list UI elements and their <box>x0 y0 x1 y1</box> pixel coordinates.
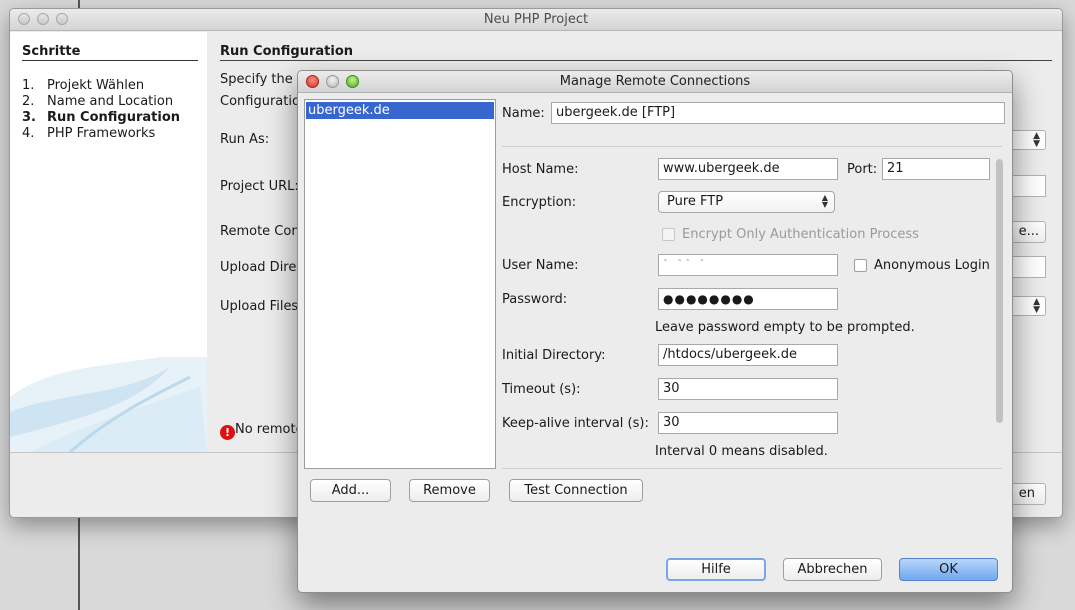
timeout-field[interactable]: 30 <box>658 378 838 400</box>
manage-remote-connections-dialog: Manage Remote Connections ubergeek.de Na… <box>297 70 1013 593</box>
encrypt-auth-label: Encrypt Only Authentication Process <box>682 227 919 242</box>
project-url-label: Project URL: <box>220 179 299 194</box>
step-item: 1. Projekt Wählen <box>22 78 145 93</box>
name-label: Name: <box>502 106 545 121</box>
user-name-label: User Name: <box>502 258 579 273</box>
initial-directory-field[interactable]: /htdocs/ubergeek.de <box>658 344 838 366</box>
connection-list[interactable]: ubergeek.de <box>304 99 496 469</box>
keepalive-field[interactable]: 30 <box>658 412 838 434</box>
initial-directory-label: Initial Directory: <box>502 348 606 363</box>
port-field[interactable]: 21 <box>882 158 990 180</box>
upload-files-label: Upload Files <box>220 299 299 314</box>
keepalive-label: Keep-alive interval (s): <box>502 416 649 431</box>
password-label: Password: <box>502 292 568 307</box>
run-as-label: Run As: <box>220 132 270 147</box>
form-scrollbar[interactable] <box>994 153 1004 469</box>
wizard-wave-graphic <box>10 357 207 452</box>
ok-button[interactable]: OK <box>899 558 998 581</box>
name-separator <box>502 146 1002 147</box>
host-name-field[interactable]: www.ubergeek.de <box>658 158 838 180</box>
dialog-title: Manage Remote Connections <box>559 74 751 89</box>
dialog-titlebar: Manage Remote Connections <box>298 71 1012 93</box>
encryption-select[interactable]: Pure FTP ▲ ▼ <box>658 191 835 213</box>
password-hint: Leave password empty to be prompted. <box>655 320 915 335</box>
timeout-label: Timeout (s): <box>502 382 581 397</box>
connection-list-item[interactable]: ubergeek.de <box>306 102 494 119</box>
user-name-field[interactable]: ˆ ˆˆ ˆ <box>658 254 838 276</box>
name-field[interactable]: ubergeek.de [FTP] <box>551 102 1005 124</box>
step-item: 2. Name and Location <box>22 94 174 109</box>
back-window-titlebar: Neu PHP Project <box>10 9 1062 31</box>
steps-pane: Schritte 1. Projekt Wählen 2. Name and Loc… <box>10 32 207 452</box>
password-field[interactable]: ●●●●●●●● <box>658 288 838 310</box>
port-label: Port: <box>847 162 878 177</box>
upload-directory-label: Upload Direc <box>220 260 304 275</box>
cancel-button[interactable]: Abbrechen <box>783 558 882 581</box>
remove-button[interactable]: Remove <box>409 479 490 502</box>
keepalive-hint: Interval 0 means disabled. <box>655 444 828 459</box>
test-connection-button[interactable]: Test Connection <box>509 479 643 502</box>
error-icon: ! <box>220 425 235 440</box>
encryption-label: Encryption: <box>502 195 577 210</box>
error-message: ! No remote <box>220 422 304 440</box>
anonymous-login-label: Anonymous Login <box>874 258 990 273</box>
section-header: Run Configuration <box>220 44 1052 61</box>
back-window-title: Neu PHP Project <box>483 12 589 27</box>
host-name-label: Host Name: <box>502 162 579 177</box>
select-arrows-icon: ▲ ▼ <box>821 193 828 209</box>
help-button[interactable]: Hilfe <box>666 558 766 581</box>
steps-header: Schritte <box>22 44 198 61</box>
step-item: 4. PHP Frameworks <box>22 126 156 141</box>
encrypt-auth-checkbox[interactable] <box>662 228 675 241</box>
add-button[interactable]: Add... <box>310 479 391 502</box>
form-bottom-separator <box>502 468 1002 469</box>
specify-label: Specify the w <box>220 72 308 87</box>
remote-connection-label: Remote Conn <box>220 224 308 239</box>
step-item-current: 3. Run Configuration <box>22 110 181 125</box>
configuration-label: Configuratio <box>220 94 300 109</box>
scrollbar-thumb[interactable] <box>996 159 1003 423</box>
anonymous-login-checkbox[interactable] <box>854 259 867 272</box>
